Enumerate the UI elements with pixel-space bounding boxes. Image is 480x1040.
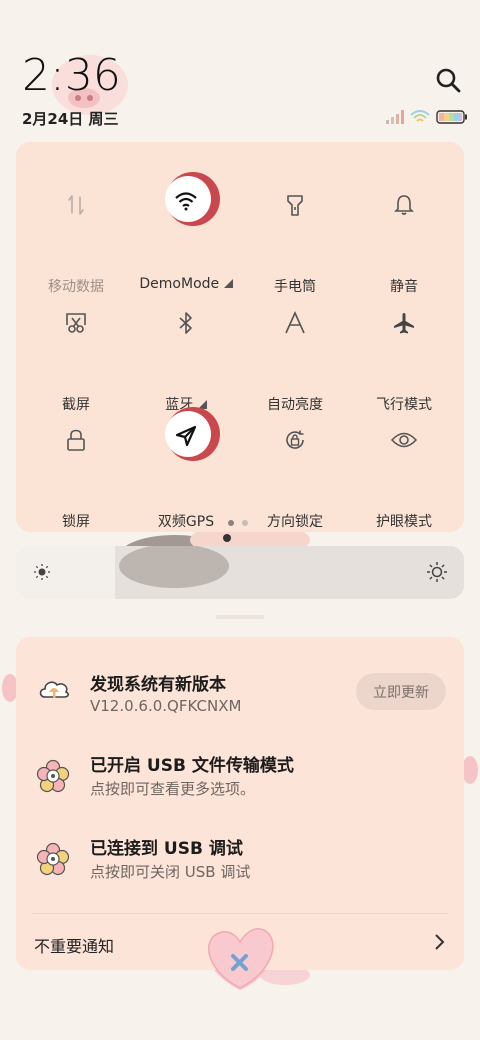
tile-label: 静音 — [390, 279, 418, 295]
brightness-slider[interactable] — [16, 546, 464, 599]
tile-label: 截屏 — [62, 397, 90, 413]
system-status-icons — [386, 109, 468, 125]
tile-bluetooth[interactable]: 蓝牙 — [131, 298, 241, 413]
tile-wifi[interactable]: DemoMode — [131, 172, 241, 292]
divider — [32, 913, 448, 914]
wifi-status-icon — [410, 110, 430, 122]
location-arrow-icon — [161, 411, 211, 461]
tile-label: DemoMode — [131, 276, 241, 292]
date-label: 2月24日 周三 — [22, 110, 119, 128]
tile-label: 手电筒 — [274, 279, 316, 295]
tile-flashlight[interactable]: 手电筒 — [240, 180, 350, 295]
notification-subtitle: V12.0.6.0.QFKCNXM — [90, 697, 242, 715]
clock: 2:36 — [22, 50, 121, 101]
brightness-high-icon — [427, 562, 447, 582]
notification-usb-debugging[interactable]: 已连接到 USB 调试 点按即可关闭 USB 调试 — [16, 834, 464, 914]
mobile-data-icon — [51, 180, 101, 230]
notification-usb-transfer[interactable]: 已开启 USB 文件传输模式 点按即可查看更多选项。 — [16, 751, 464, 831]
tile-screenshot[interactable]: 截屏 — [21, 298, 131, 413]
chevron-right-icon[interactable] — [432, 933, 446, 951]
notification-title: 已开启 USB 文件传输模式 — [90, 756, 294, 776]
tile-label-text: DemoMode — [139, 276, 220, 292]
brightness-low-icon — [34, 564, 50, 580]
tile-auto-brightness[interactable]: 自动亮度 — [240, 298, 350, 413]
tile-rotation-lock[interactable]: 方向锁定 — [240, 415, 350, 530]
rotation-lock-icon — [270, 415, 320, 465]
quick-settings-panel: 移动数据 DemoMode 手电筒 静音 截屏 蓝牙 自动亮度 飞行模式 锁屏 … — [16, 142, 464, 532]
tile-airplane[interactable]: 飞行模式 — [349, 298, 459, 413]
notification-title: 发现系统有新版本 — [90, 675, 226, 695]
tile-label: 飞行模式 — [376, 397, 432, 413]
flashlight-icon — [270, 180, 320, 230]
tile-mobile-data[interactable]: 移动数据 — [21, 180, 131, 295]
lock-icon — [51, 415, 101, 465]
tile-silent[interactable]: 静音 — [349, 180, 459, 295]
flower-settings-icon — [36, 759, 72, 795]
tile-lock-screen[interactable]: 锁屏 — [21, 415, 131, 530]
update-now-button[interactable]: 立即更新 — [356, 673, 446, 710]
tile-label: 锁屏 — [62, 514, 90, 530]
page-indicator — [228, 520, 248, 526]
drag-handle[interactable] — [216, 615, 264, 619]
notification-panel: 发现系统有新版本 V12.0.6.0.QFKCNXM 立即更新 已开启 USB … — [16, 637, 464, 970]
page-dot — [242, 520, 248, 526]
airplane-icon — [379, 298, 429, 348]
tile-label: 移动数据 — [48, 279, 104, 295]
search-icon[interactable] — [434, 66, 462, 94]
notification-title: 已连接到 USB 调试 — [90, 839, 243, 859]
battery-icon — [436, 110, 467, 124]
cloud-update-icon — [36, 670, 72, 706]
tile-label: 方向锁定 — [267, 514, 323, 530]
tile-label: 自动亮度 — [267, 397, 323, 413]
status-area: 2:36 2月24日 周三 — [0, 0, 480, 140]
tile-eye-care[interactable]: 护眼模式 — [349, 415, 459, 530]
notification-subtitle: 点按即可查看更多选项。 — [90, 780, 256, 798]
page-dot — [228, 520, 234, 526]
eye-icon — [379, 415, 429, 465]
screenshot-icon — [51, 298, 101, 348]
brightness-fill — [16, 546, 115, 599]
unimportant-notifications-link[interactable]: 不重要通知 — [34, 933, 114, 957]
notification-system-update[interactable]: 发现系统有新版本 V12.0.6.0.QFKCNXM 立即更新 — [16, 670, 464, 750]
bluetooth-icon — [161, 298, 211, 348]
auto-brightness-icon — [270, 298, 320, 348]
dropdown-triangle-icon[interactable] — [223, 279, 233, 288]
bell-icon — [379, 180, 429, 230]
tile-label: 双频GPS — [157, 514, 215, 530]
notification-subtitle: 点按即可关闭 USB 调试 — [90, 863, 251, 881]
tile-dual-gps[interactable]: 双频GPS — [131, 407, 241, 530]
wifi-icon — [161, 176, 211, 226]
signal-icon — [386, 110, 404, 124]
flower-settings-icon — [36, 842, 72, 878]
cat-illustration — [119, 546, 229, 588]
tile-label: 护眼模式 — [376, 514, 432, 530]
